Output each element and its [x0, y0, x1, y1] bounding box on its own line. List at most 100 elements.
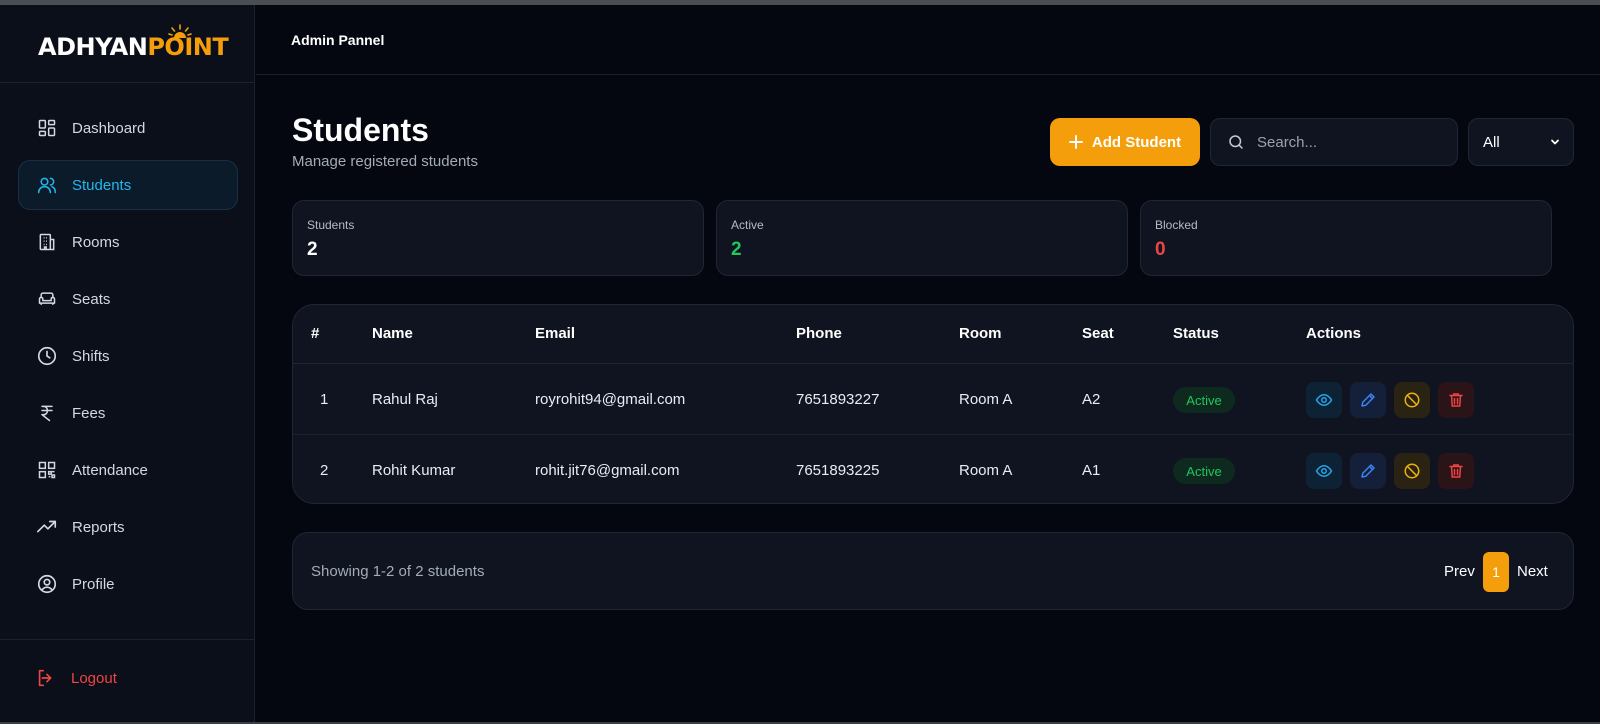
- sidebar-item-label: Fees: [72, 404, 106, 422]
- cell-num: 1: [320, 391, 329, 408]
- cell-num: 2: [320, 462, 329, 479]
- page-button-current[interactable]: 1: [1483, 552, 1509, 592]
- sidebar-item-rooms[interactable]: Rooms: [18, 217, 238, 267]
- qr-code-icon: [36, 459, 58, 481]
- column-header: Email: [535, 325, 576, 342]
- cell-room: Room A: [959, 391, 1013, 408]
- trash-icon: [1449, 464, 1463, 478]
- logo-area: ADHYANPOINT: [0, 5, 254, 83]
- status-filter-select[interactable]: All: [1468, 118, 1574, 166]
- view-button[interactable]: [1306, 453, 1342, 489]
- sidebar-item-label: Students: [72, 176, 132, 194]
- cell-seat: A1: [1082, 462, 1101, 479]
- logo-text-white: ADHYAN: [38, 33, 148, 61]
- pencil-icon: [1361, 393, 1375, 407]
- filter-value: All: [1483, 133, 1500, 151]
- edit-button[interactable]: [1350, 453, 1386, 489]
- sofa-icon: [36, 288, 58, 310]
- page-subtitle: Manage registered students: [292, 153, 478, 170]
- sidebar-item-label: Rooms: [72, 233, 120, 251]
- clock-icon: [36, 345, 58, 367]
- column-header: Status: [1173, 325, 1219, 342]
- stat-card-blocked: Blocked 0: [1140, 200, 1552, 276]
- sidebar-item-attendance[interactable]: Attendance: [18, 445, 238, 495]
- search-box: [1210, 118, 1458, 166]
- sidebar-nav: Dashboard Students Rooms Seats Shifts Fe…: [18, 103, 238, 616]
- pagination-bar: Showing 1-2 of 2 students Prev 1 Next: [292, 532, 1574, 610]
- stat-value: 2: [731, 239, 742, 260]
- stat-label: Active: [731, 218, 764, 232]
- sidebar-item-label: Shifts: [72, 347, 110, 365]
- pencil-icon: [1361, 464, 1375, 478]
- cell-phone: 7651893227: [796, 391, 880, 408]
- column-header: Phone: [796, 325, 842, 342]
- sidebar-item-seats[interactable]: Seats: [18, 274, 238, 324]
- logo[interactable]: ADHYANPOINT: [38, 33, 229, 61]
- plus-icon: [1068, 135, 1083, 149]
- delete-button[interactable]: [1438, 382, 1474, 418]
- column-header: Room: [959, 325, 1002, 342]
- sidebar-item-profile[interactable]: Profile: [18, 559, 238, 609]
- page-title: Students: [292, 112, 429, 148]
- sidebar-item-reports[interactable]: Reports: [18, 502, 238, 552]
- column-header: Seat: [1082, 325, 1114, 342]
- chevron-down-icon: [1551, 139, 1559, 145]
- table-row: 2 Rohit Kumar rohit.jit76@gmail.com 7651…: [293, 436, 1573, 503]
- sidebar-item-students[interactable]: Students: [18, 160, 238, 210]
- cell-name: Rahul Raj: [372, 391, 438, 408]
- eye-icon: [1315, 464, 1333, 478]
- add-student-button[interactable]: Add Student: [1050, 118, 1200, 166]
- trending-icon: [36, 516, 58, 538]
- sidebar-item-label: Attendance: [72, 461, 148, 479]
- sidebar-item-label: Seats: [72, 290, 111, 308]
- dashboard-icon: [36, 117, 58, 139]
- sidebar-item-shifts[interactable]: Shifts: [18, 331, 238, 381]
- header-title: Admin Pannel: [291, 32, 385, 48]
- sidebar-item-label: Dashboard: [72, 119, 146, 137]
- sidebar-item-dashboard[interactable]: Dashboard: [18, 103, 238, 153]
- ban-icon: [1404, 463, 1420, 479]
- add-student-label: Add Student: [1091, 133, 1182, 151]
- stat-label: Students: [307, 218, 355, 232]
- column-header: #: [311, 325, 320, 342]
- delete-button[interactable]: [1438, 453, 1474, 489]
- next-button[interactable]: Next: [1517, 563, 1548, 580]
- column-header: Name: [372, 325, 413, 342]
- table-header: # Name Email Phone Room Seat Status Acti…: [293, 305, 1573, 364]
- users-icon: [36, 174, 58, 196]
- block-button[interactable]: [1394, 382, 1430, 418]
- status-badge: Active: [1173, 387, 1235, 413]
- eye-icon: [1315, 393, 1333, 407]
- block-button[interactable]: [1394, 453, 1430, 489]
- search-icon: [1229, 135, 1243, 149]
- sidebar-divider: [0, 639, 255, 640]
- sidebar-item-label: Reports: [72, 518, 125, 536]
- logo-text-orange: POINT: [147, 33, 229, 61]
- building-icon: [36, 231, 58, 253]
- edit-button[interactable]: [1350, 382, 1386, 418]
- trash-icon: [1449, 393, 1463, 407]
- cell-email: royrohit94@gmail.com: [535, 391, 686, 408]
- stat-value: 2: [307, 239, 318, 260]
- view-button[interactable]: [1306, 382, 1342, 418]
- sidebar-item-fees[interactable]: Fees: [18, 388, 238, 438]
- sidebar: ADHYANPOINT Dashboard Students Rooms Sea…: [0, 5, 255, 722]
- cell-name: Rohit Kumar: [372, 462, 456, 479]
- prev-button[interactable]: Prev: [1444, 563, 1475, 580]
- status-badge: Active: [1173, 458, 1235, 484]
- pagination-info: Showing 1-2 of 2 students: [311, 563, 485, 580]
- logout-button[interactable]: Logout: [35, 667, 117, 689]
- logout-icon: [35, 667, 57, 689]
- students-table: # Name Email Phone Room Seat Status Acti…: [292, 304, 1574, 504]
- column-header: Actions: [1306, 325, 1362, 342]
- stat-value: 0: [1155, 239, 1166, 260]
- cell-seat: A2: [1082, 391, 1101, 408]
- logout-label: Logout: [71, 669, 117, 687]
- stat-card-students: Students 2: [292, 200, 704, 276]
- sidebar-item-label: Profile: [72, 575, 115, 593]
- search-input[interactable]: [1257, 133, 1447, 151]
- table-row: 1 Rahul Raj royrohit94@gmail.com 7651893…: [293, 365, 1573, 435]
- user-circle-icon: [36, 573, 58, 595]
- stat-card-active: Active 2: [716, 200, 1128, 276]
- cell-room: Room A: [959, 462, 1013, 479]
